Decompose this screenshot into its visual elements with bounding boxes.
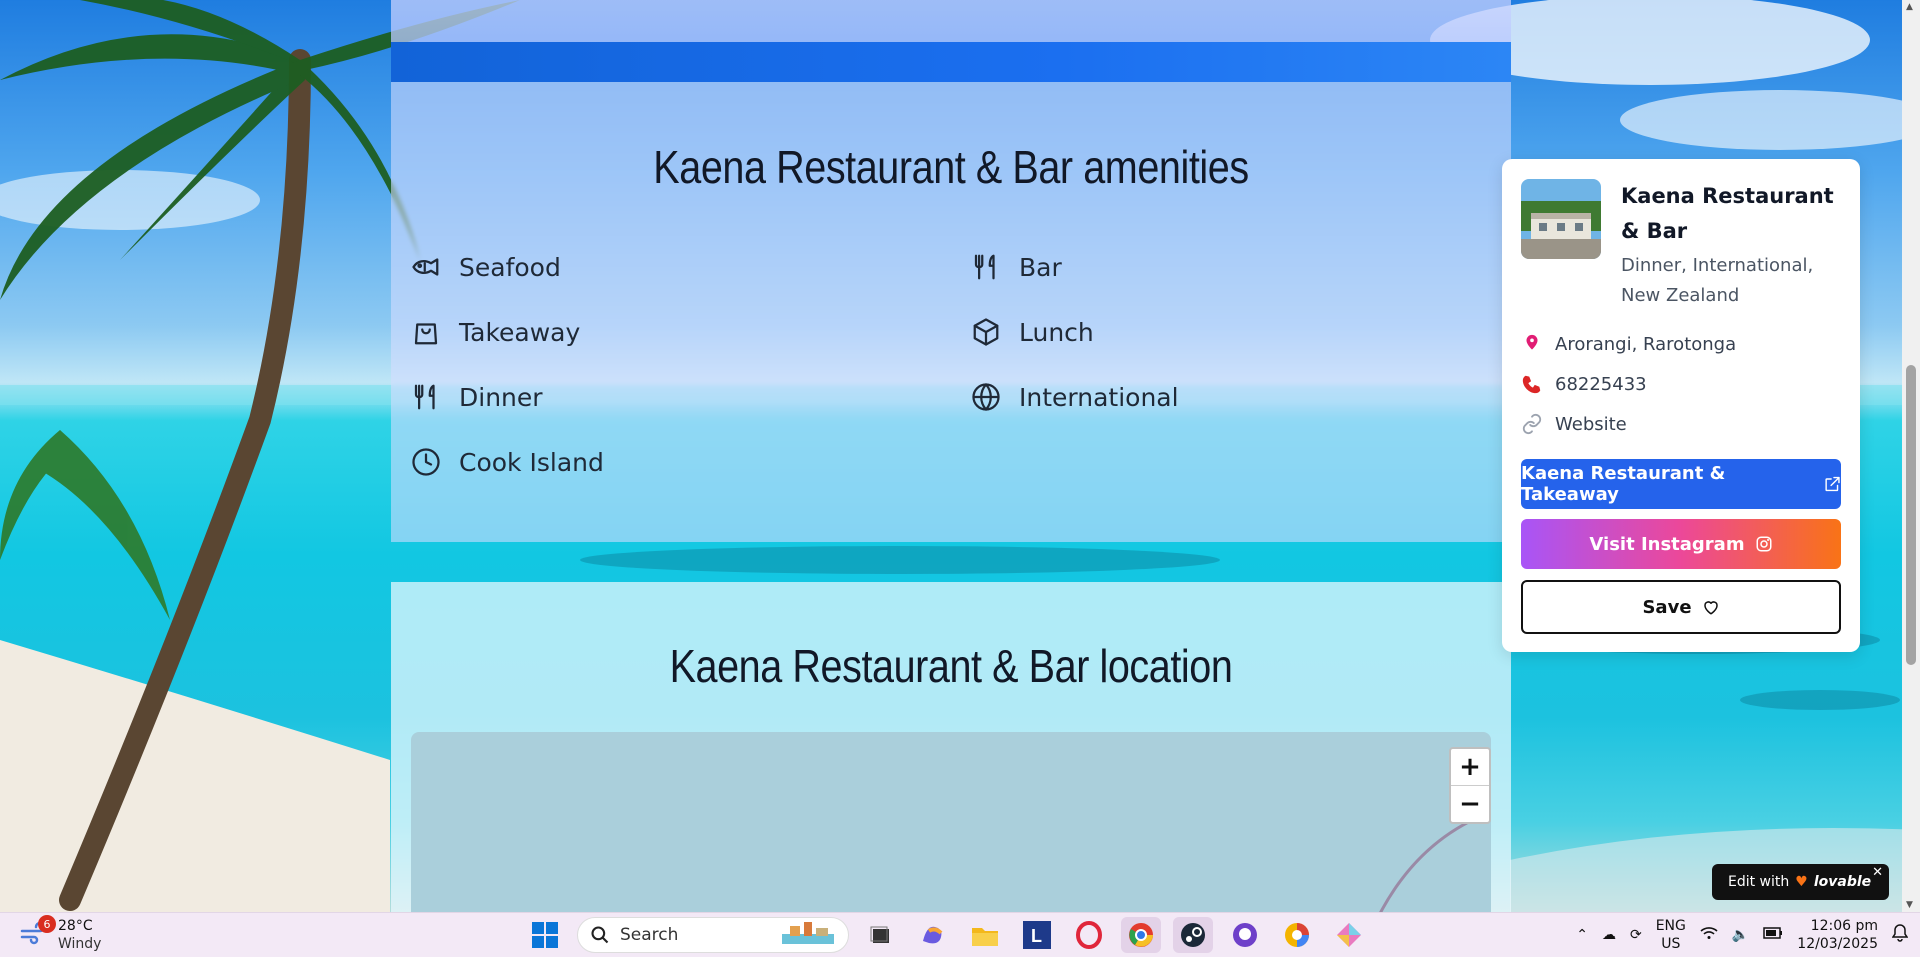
amenity-label: Seafood [459,252,561,282]
utensils-icon [974,254,995,280]
github-icon[interactable] [1225,917,1265,953]
amenity-item: Cook Island [411,447,604,477]
shopping-bag-icon [414,323,438,345]
heart-icon [1703,601,1718,615]
map-zoom-control: + − [1449,747,1491,824]
chevron-up-icon[interactable]: ⌃ [1576,927,1588,943]
instagram-icon [1756,536,1772,552]
wind-icon: 6 [20,915,56,947]
weather-temp: 28°C [58,918,93,934]
location-title: Kaena Restaurant & Bar location [669,640,1233,692]
notification-bell-icon[interactable] [1891,924,1909,946]
lovable-prefix: Edit with [1728,874,1790,890]
opera-icon[interactable] [1069,917,1109,953]
restaurant-link-button[interactable]: Kaena Restaurant & Takeaway [1521,459,1841,509]
save-button-label: Save [1642,596,1692,618]
restaurant-thumbnail [1521,179,1601,259]
website-row[interactable]: Website [1521,413,1627,435]
location-section: Kaena Restaurant & Bar location + − [391,582,1511,932]
external-link-icon [1825,476,1840,492]
search-highlight-icon [780,920,836,951]
amenity-label: International [1019,382,1179,412]
zoom-in-button[interactable]: + [1451,749,1489,785]
scrollbar-thumb[interactable] [1906,365,1916,665]
lovable-brand: lovable [1813,874,1872,890]
restaurant-link-label: Kaena Restaurant & Takeaway [1521,463,1726,505]
battery-icon[interactable] [1763,927,1783,943]
clock-time: 12:06 pm [1810,918,1878,934]
weather-condition: Windy [58,936,102,952]
clock-icon [412,448,440,476]
clock-date: 12/03/2025 [1797,936,1878,952]
l-app-icon[interactable]: L [1017,917,1057,953]
globe-icon [972,383,1000,411]
instagram-button[interactable]: Visit Instagram [1521,519,1841,569]
phone-text: 68225433 [1555,373,1647,395]
system-clock[interactable]: 12:06 pm 12/03/2025 [1797,917,1878,953]
page-scrollbar[interactable]: ▲ ▼ [1902,0,1920,912]
task-view-icon[interactable] [861,917,901,953]
amenity-label: Lunch [1019,317,1094,347]
scroll-down-arrow-icon[interactable]: ▼ [1906,900,1913,910]
address-text: Arorangi, Rarotonga [1555,333,1737,355]
amenity-item: Bar [971,252,1062,282]
phone-row[interactable]: 68225433 [1521,373,1647,395]
amenity-label: Takeaway [459,317,581,347]
copilot-icon[interactable] [913,917,953,953]
section-top-fragment [391,0,1511,42]
scroll-up-arrow-icon[interactable]: ▲ [1906,2,1913,12]
language-code: ENG [1655,918,1686,934]
restaurant-card: Kaena Restaurant & Bar Dinner, Internati… [1502,159,1860,652]
amenity-item: Takeaway [411,317,580,347]
edit-with-lovable-badge[interactable]: Edit with ♥ lovable ✕ [1712,864,1889,900]
section-divider [391,42,1511,82]
sync-icon[interactable]: ⟳ [1630,927,1642,943]
amenities-title: Kaena Restaurant & Bar amenities [653,141,1249,193]
location-map[interactable]: + − [411,732,1491,932]
svg-text:L: L [1031,926,1042,946]
taskbar-apps: Search L [525,917,1369,953]
restaurant-categories: Dinner, International, New Zealand [1621,255,1814,306]
utensils-icon [414,384,435,410]
search-icon [591,926,609,944]
package-icon [973,318,999,346]
save-button[interactable]: Save [1521,580,1841,634]
search-placeholder: Search [620,925,679,945]
amenity-item: Seafood [411,252,561,282]
restaurant-name: Kaena Restaurant & Bar [1621,184,1834,243]
amenities-section: Kaena Restaurant & Bar amenities Seafood… [391,82,1511,542]
website-link[interactable]: Website [1555,414,1627,435]
lovable-heart-icon: ♥ [1795,874,1808,890]
volume-icon[interactable]: 🔈 [1732,927,1749,943]
amenity-label: Dinner [459,382,543,412]
amenity-label: Cook Island [459,447,604,477]
fish-icon [412,258,439,276]
language-indicator[interactable]: ENG US [1656,917,1686,953]
taskbar-search[interactable]: Search [577,917,849,953]
amenity-item: Dinner [411,382,543,412]
weather-widget[interactable]: 6 28°C Windy [20,915,102,953]
lovable-close-button[interactable]: ✕ [1872,865,1883,880]
steam-icon[interactable] [1173,917,1213,953]
file-explorer-icon[interactable] [965,917,1005,953]
link-icon [1522,413,1542,435]
instagram-button-label: Visit Instagram [1589,533,1745,555]
address-row: Arorangi, Rarotonga [1521,333,1736,355]
amenity-item: International [971,382,1179,412]
amenity-label: Bar [1019,252,1062,282]
zoom-out-button[interactable]: − [1451,785,1489,822]
windows-start-icon[interactable] [525,917,565,953]
wifi-icon[interactable] [1700,926,1718,944]
colorful-app-icon[interactable] [1277,917,1317,953]
chrome-icon[interactable] [1121,917,1161,953]
pinwheel-app-icon[interactable] [1329,917,1369,953]
map-pin-icon [1526,334,1538,350]
amenity-item: Lunch [971,317,1094,347]
weather-badge: 6 [38,915,56,933]
system-tray: ⌃ ☁ ⟳ ENG US 🔈 12:06 pm 12/03/2025 [1576,917,1909,953]
phone-icon [1522,375,1541,394]
region-code: US [1661,936,1681,952]
cloud-offline-icon[interactable]: ☁ [1602,927,1616,943]
windows-taskbar: 6 28°C Windy Search L ⌃ ☁ ⟳ ENG US 🔈 12:… [0,912,1920,957]
